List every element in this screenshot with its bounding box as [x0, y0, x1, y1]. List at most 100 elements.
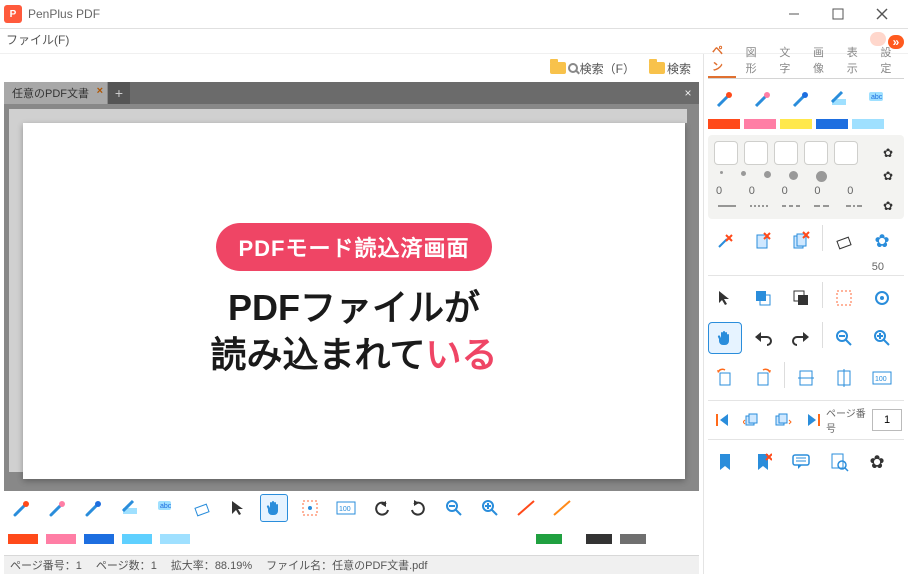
hand-button[interactable]: [260, 494, 288, 522]
rpen1-button[interactable]: [708, 83, 742, 115]
sizebox-5[interactable]: [834, 141, 858, 165]
tab-shape[interactable]: 図形: [742, 42, 770, 78]
tab-image[interactable]: 画像: [809, 42, 837, 78]
tab-view[interactable]: 表示: [843, 42, 871, 78]
rhand-button[interactable]: [708, 322, 742, 354]
redo-button[interactable]: [404, 494, 432, 522]
select-front-button[interactable]: [746, 282, 780, 314]
eraser-gear-button[interactable]: ✿: [865, 225, 899, 257]
pen2-button[interactable]: [44, 494, 72, 522]
prev-page-button[interactable]: [740, 407, 766, 433]
rpointer-button[interactable]: [708, 282, 742, 314]
search-page-button[interactable]: [822, 446, 856, 478]
fit-select-button[interactable]: [296, 494, 324, 522]
swatch-green[interactable]: [536, 534, 562, 544]
sizebox-3[interactable]: [774, 141, 798, 165]
rtext-annot-button[interactable]: abc: [860, 83, 894, 115]
next-page-button[interactable]: [770, 407, 796, 433]
dash-sparse-icon[interactable]: [782, 203, 800, 209]
del-stroke-button[interactable]: [708, 225, 742, 257]
swatch-pink[interactable]: [46, 534, 76, 544]
find-button[interactable]: 検索（F）: [546, 58, 639, 79]
menu-file[interactable]: ファイル(F): [6, 33, 69, 47]
swatch-gray[interactable]: [620, 534, 646, 544]
page-number-input[interactable]: [872, 409, 902, 431]
zoom-out-button[interactable]: [440, 494, 468, 522]
eraser-button[interactable]: [188, 494, 216, 522]
rfit-button[interactable]: [827, 282, 861, 314]
swatch-lightblue[interactable]: [160, 534, 190, 544]
tabstrip-close-button[interactable]: ×: [677, 82, 699, 104]
scrollbar-vertical[interactable]: [687, 123, 697, 479]
swatch-red[interactable]: [8, 534, 38, 544]
reraser-button[interactable]: [827, 225, 861, 257]
pointer-button[interactable]: [224, 494, 252, 522]
zoom-in-button[interactable]: [476, 494, 504, 522]
rotate-left-button[interactable]: [708, 362, 742, 394]
dash-mixed-icon[interactable]: [846, 203, 864, 209]
rzoom-100-button[interactable]: 100: [865, 362, 899, 394]
pen1-button[interactable]: [8, 494, 36, 522]
rzoom-in-button[interactable]: [865, 322, 899, 354]
bookmark-add-button[interactable]: [708, 446, 742, 478]
zoom-100-button[interactable]: 100: [332, 494, 360, 522]
swatch-blue[interactable]: [84, 534, 114, 544]
ribbon-toggle[interactable]: »: [868, 32, 904, 49]
dot-4-icon[interactable]: [789, 171, 798, 180]
del-page-button[interactable]: [746, 225, 780, 257]
close-button[interactable]: [860, 0, 904, 28]
target-button[interactable]: [865, 282, 899, 314]
comment-button[interactable]: [784, 446, 818, 478]
select-back-button[interactable]: [784, 282, 818, 314]
settings-button[interactable]: ✿: [860, 446, 894, 478]
dash-gear-icon[interactable]: ✿: [878, 199, 898, 213]
rundo-button[interactable]: [746, 322, 780, 354]
rswatch-lightblue[interactable]: [852, 119, 884, 129]
dot-1-icon[interactable]: [720, 171, 723, 174]
rmarker-button[interactable]: [822, 83, 856, 115]
tab-close-icon[interactable]: ×: [97, 85, 103, 97]
rzoom-out-button[interactable]: [827, 322, 861, 354]
del-all-button[interactable]: [784, 225, 818, 257]
maximize-button[interactable]: [816, 0, 860, 28]
document-page[interactable]: PDFモード読込済画面 PDFファイルが 読み込まれている: [23, 123, 685, 479]
first-page-button[interactable]: [710, 407, 736, 433]
dot-3-icon[interactable]: [764, 171, 771, 178]
line-red-button[interactable]: [512, 494, 540, 522]
document-tab[interactable]: 任意のPDF文書 ×: [4, 82, 108, 104]
rpen2-button[interactable]: [746, 83, 780, 115]
sizebox-1[interactable]: [714, 141, 738, 165]
fit-page-button[interactable]: [827, 362, 861, 394]
add-tab-button[interactable]: +: [108, 82, 130, 104]
dash-solid-icon[interactable]: [718, 203, 736, 209]
sizebox-4[interactable]: [804, 141, 828, 165]
rswatch-yellow[interactable]: [780, 119, 812, 129]
pen3-button[interactable]: [80, 494, 108, 522]
rotate-right-button[interactable]: [746, 362, 780, 394]
minimize-button[interactable]: [772, 0, 816, 28]
search-button[interactable]: 検索: [645, 58, 695, 79]
rpen3-button[interactable]: [784, 83, 818, 115]
dot-gear-icon[interactable]: ✿: [878, 169, 898, 183]
sizebox-2[interactable]: [744, 141, 768, 165]
rswatch-pink[interactable]: [744, 119, 776, 129]
text-annot-button[interactable]: abc: [152, 494, 180, 522]
size-gear-icon[interactable]: ✿: [878, 146, 898, 160]
dot-5-icon[interactable]: [816, 171, 827, 182]
rswatch-blue[interactable]: [816, 119, 848, 129]
rswatch-red[interactable]: [708, 119, 740, 129]
tab-text[interactable]: 文字: [775, 42, 803, 78]
swatch-dark[interactable]: [586, 534, 612, 544]
line-orange-button[interactable]: [548, 494, 576, 522]
swatch-cyan[interactable]: [122, 534, 152, 544]
dash-long-icon[interactable]: [814, 203, 832, 209]
bookmark-del-button[interactable]: [746, 446, 780, 478]
marker-button[interactable]: [116, 494, 144, 522]
rredo-button[interactable]: [784, 322, 818, 354]
dash-dense-icon[interactable]: [750, 203, 768, 209]
undo-button[interactable]: [368, 494, 396, 522]
dot-2-icon[interactable]: [741, 171, 746, 176]
fit-width-button[interactable]: [789, 362, 823, 394]
last-page-button[interactable]: [800, 407, 826, 433]
tab-pen[interactable]: ペン: [708, 40, 736, 78]
